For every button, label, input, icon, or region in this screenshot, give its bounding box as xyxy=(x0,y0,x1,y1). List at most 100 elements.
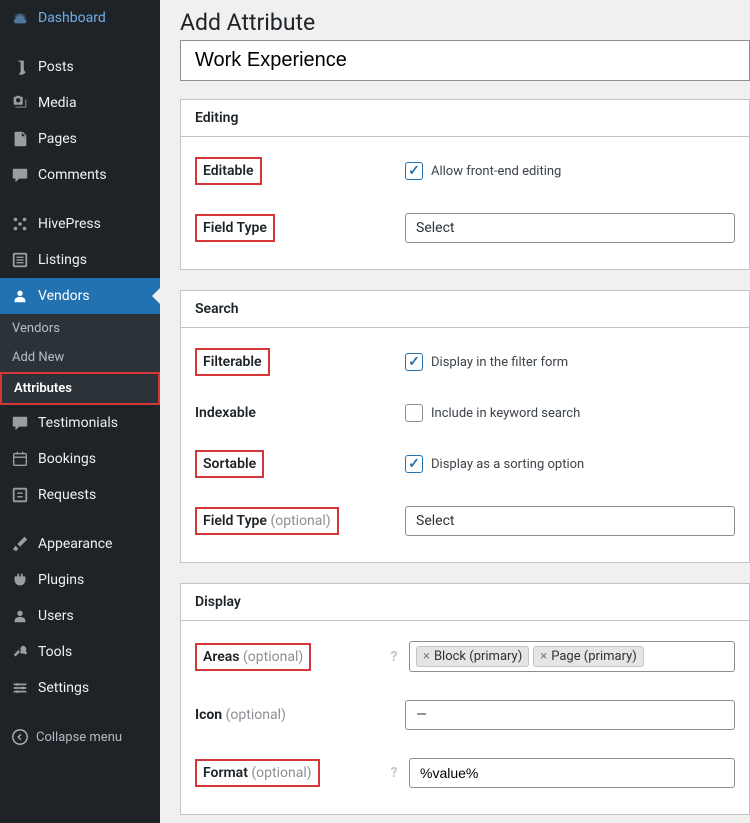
filterable-label: Filterable xyxy=(195,348,270,376)
sidebar-item-posts[interactable]: Posts xyxy=(0,49,160,85)
sidebar-item-label: Comments xyxy=(38,167,107,183)
editing-field-type-row: Field Type Select xyxy=(195,199,735,257)
submenu-add-new[interactable]: Add New xyxy=(0,343,160,372)
sidebar-item-vendors[interactable]: Vendors xyxy=(0,278,160,314)
sidebar-item-settings[interactable]: Settings xyxy=(0,670,160,706)
sidebar-item-tools[interactable]: Tools xyxy=(0,634,160,670)
indexable-row: Indexable Include in keyword search xyxy=(195,390,735,436)
editable-checkbox-label: Allow front-end editing xyxy=(431,164,561,179)
listings-icon xyxy=(10,250,30,270)
help-icon[interactable]: ? xyxy=(385,764,403,782)
tag-block-primary[interactable]: ×Block (primary) xyxy=(416,646,529,667)
vendors-submenu: Vendors Add New Attributes xyxy=(0,314,160,405)
icon-row: Icon (optional) — xyxy=(195,686,735,744)
indexable-checkbox-label: Include in keyword search xyxy=(431,406,580,421)
editable-label: Editable xyxy=(195,157,262,185)
indexable-checkbox[interactable] xyxy=(405,404,423,422)
calendar-icon xyxy=(10,449,30,469)
format-row: Format (optional) ? xyxy=(195,744,735,802)
sidebar-item-pages[interactable]: Pages xyxy=(0,121,160,157)
sidebar-item-users[interactable]: Users xyxy=(0,598,160,634)
sidebar-item-label: Tools xyxy=(38,644,72,660)
page-title: Add Attribute xyxy=(180,0,750,40)
search-panel: Search Filterable Display in the filter … xyxy=(180,290,750,563)
sidebar-item-label: Users xyxy=(38,608,74,624)
sidebar-item-requests[interactable]: Requests xyxy=(0,477,160,513)
sidebar-item-label: HivePress xyxy=(38,216,101,232)
sidebar-item-testimonials[interactable]: Testimonials xyxy=(0,405,160,441)
areas-tag-field[interactable]: ×Block (primary) ×Page (primary) xyxy=(409,641,735,672)
search-field-type-row: Field Type (optional) Select xyxy=(195,492,735,550)
sidebar-item-label: Requests xyxy=(38,487,96,503)
sidebar-item-label: Vendors xyxy=(38,288,90,304)
plugin-icon xyxy=(10,570,30,590)
sidebar-item-label: Plugins xyxy=(38,572,84,588)
submenu-attributes[interactable]: Attributes xyxy=(0,372,160,405)
sidebar-item-listings[interactable]: Listings xyxy=(0,242,160,278)
icon-select[interactable]: — xyxy=(405,700,735,730)
sidebar-item-label: Settings xyxy=(38,680,89,696)
sidebar-item-comments[interactable]: Comments xyxy=(0,157,160,193)
submenu-vendors[interactable]: Vendors xyxy=(0,314,160,343)
editing-field-type-select[interactable]: Select xyxy=(405,213,735,243)
editing-field-type-label: Field Type xyxy=(195,214,275,242)
filterable-row: Filterable Display in the filter form xyxy=(195,334,735,390)
vendors-icon xyxy=(10,286,30,306)
testimonials-icon xyxy=(10,413,30,433)
display-panel: Display Areas (optional) ? ×Block (prima… xyxy=(180,583,750,815)
media-icon xyxy=(10,93,30,113)
sortable-row: Sortable Display as a sorting option xyxy=(195,436,735,492)
attribute-name-input[interactable] xyxy=(180,40,750,81)
icon-label: Icon (optional) xyxy=(195,707,286,723)
pin-icon xyxy=(10,57,30,77)
collapse-menu[interactable]: Collapse menu xyxy=(0,719,160,755)
collapse-label: Collapse menu xyxy=(36,730,122,745)
sortable-checkbox[interactable] xyxy=(405,455,423,473)
wrench-icon xyxy=(10,642,30,662)
help-icon[interactable]: ? xyxy=(385,648,403,666)
sidebar-item-media[interactable]: Media xyxy=(0,85,160,121)
hivepress-icon xyxy=(10,214,30,234)
areas-label: Areas (optional) xyxy=(195,643,311,671)
editing-heading: Editing xyxy=(181,100,749,137)
tag-page-primary[interactable]: ×Page (primary) xyxy=(533,646,644,667)
sortable-checkbox-label: Display as a sorting option xyxy=(431,457,584,472)
editing-panel: Editing Editable Allow front-end editing… xyxy=(180,99,750,270)
format-input[interactable] xyxy=(409,758,735,788)
search-field-type-select[interactable]: Select xyxy=(405,506,735,536)
collapse-icon xyxy=(10,727,30,747)
sidebar-item-label: Media xyxy=(38,95,77,111)
filterable-checkbox[interactable] xyxy=(405,353,423,371)
dashboard-icon xyxy=(10,8,30,28)
comments-icon xyxy=(10,165,30,185)
sidebar-item-label: Pages xyxy=(38,131,77,147)
sidebar-item-dashboard[interactable]: Dashboard xyxy=(0,0,160,36)
editable-row: Editable Allow front-end editing xyxy=(195,143,735,199)
brush-icon xyxy=(10,534,30,554)
sortable-label: Sortable xyxy=(195,450,264,478)
requests-icon xyxy=(10,485,30,505)
admin-sidebar: Dashboard Posts Media Pages Comments Hiv… xyxy=(0,0,160,823)
sidebar-item-label: Appearance xyxy=(38,536,112,552)
search-field-type-label: Field Type (optional) xyxy=(195,507,339,535)
sidebar-item-label: Posts xyxy=(38,59,74,75)
sidebar-item-label: Dashboard xyxy=(38,10,106,26)
sidebar-item-bookings[interactable]: Bookings xyxy=(0,441,160,477)
indexable-label: Indexable xyxy=(195,405,405,421)
filterable-checkbox-label: Display in the filter form xyxy=(431,355,568,370)
display-heading: Display xyxy=(181,584,749,621)
settings-icon xyxy=(10,678,30,698)
format-label: Format (optional) xyxy=(195,759,320,787)
sidebar-item-hivepress[interactable]: HivePress xyxy=(0,206,160,242)
pages-icon xyxy=(10,129,30,149)
user-icon xyxy=(10,606,30,626)
main-content: Add Attribute Editing Editable Allow fro… xyxy=(160,0,750,823)
sidebar-item-plugins[interactable]: Plugins xyxy=(0,562,160,598)
search-heading: Search xyxy=(181,291,749,328)
sidebar-item-label: Bookings xyxy=(38,451,96,467)
editable-checkbox[interactable] xyxy=(405,162,423,180)
sidebar-item-label: Testimonials xyxy=(38,415,118,431)
sidebar-item-appearance[interactable]: Appearance xyxy=(0,526,160,562)
areas-row: Areas (optional) ? ×Block (primary) ×Pag… xyxy=(195,627,735,686)
sidebar-item-label: Listings xyxy=(38,252,87,268)
